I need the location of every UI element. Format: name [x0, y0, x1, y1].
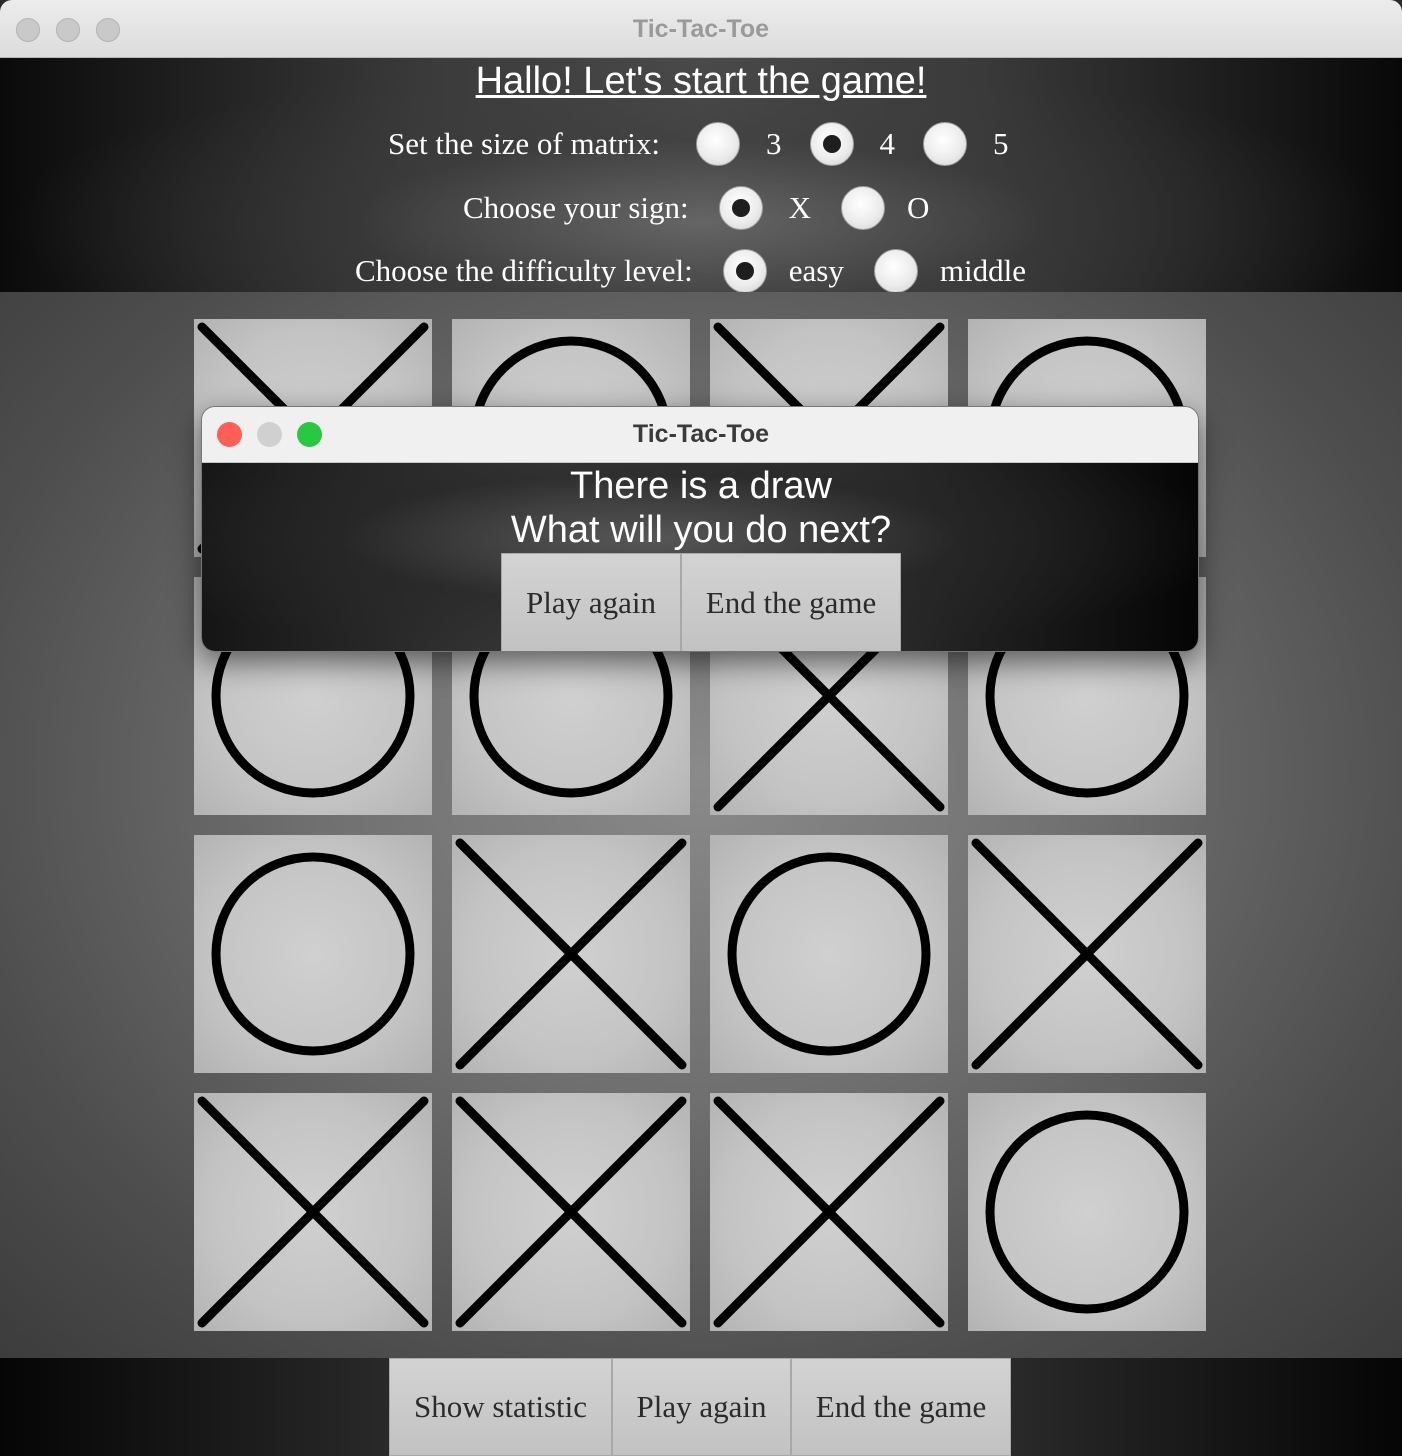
difficulty-middle-radio[interactable] — [873, 249, 918, 293]
sign-row: Choose your sign: X O — [463, 186, 929, 230]
board-cell[interactable] — [194, 1093, 432, 1331]
matrix-size-row: Set the size of matrix: 3 4 5 — [388, 122, 1009, 166]
main-window: Tic-Tac-Toe Hallo! Let's start the game!… — [0, 0, 1402, 1456]
board-cell[interactable] — [968, 1093, 1206, 1331]
board-cell[interactable] — [710, 1093, 948, 1331]
window-title: Tic-Tac-Toe — [632, 15, 770, 43]
x-mark-icon — [455, 1096, 687, 1328]
difficulty-easy-label: easy — [788, 253, 844, 288]
settings-panel: Hallo! Let's start the game! Set the siz… — [0, 58, 1402, 293]
dialog-body: There is a draw What will you do next? P… — [202, 463, 1198, 651]
o-mark-icon — [985, 1110, 1189, 1314]
sign-o-radio[interactable] — [841, 186, 886, 230]
sign-o-label: O — [907, 190, 930, 225]
show-statistic-button[interactable]: Show statistic — [389, 1358, 612, 1456]
difficulty-row: Choose the difficulty level: easy middle — [355, 249, 1026, 293]
play-again-button[interactable]: Play again — [612, 1358, 791, 1456]
x-mark-icon — [713, 1096, 945, 1328]
page-title: Hallo! Let's start the game! — [475, 60, 927, 102]
dialog-message-question: What will you do next? — [510, 509, 892, 551]
footer-toolbar: Show statistic Play again End the game — [0, 1358, 1402, 1456]
board-cell[interactable] — [452, 1093, 690, 1331]
sign-x-radio[interactable] — [718, 186, 763, 230]
matrix-size-label: Set the size of matrix: — [388, 126, 661, 161]
dialog-titlebar: Tic-Tac-Toe — [202, 407, 1198, 463]
draw-dialog: Tic-Tac-Toe There is a draw What will yo… — [201, 406, 1199, 652]
sign-label: Choose your sign: — [463, 190, 689, 225]
dialog-title: Tic-Tac-Toe — [632, 420, 770, 448]
matrix-size-3-radio[interactable] — [696, 122, 741, 166]
matrix-size-5-label: 5 — [993, 126, 1009, 161]
dialog-play-again-button[interactable]: Play again — [501, 553, 681, 651]
x-mark-icon — [197, 1096, 429, 1328]
dialog-end-game-button[interactable]: End the game — [681, 553, 901, 651]
x-mark-icon — [455, 838, 687, 1070]
difficulty-label: Choose the difficulty level: — [355, 253, 693, 288]
board-cell[interactable] — [194, 835, 432, 1073]
board-cell[interactable] — [968, 835, 1206, 1073]
board-cell[interactable] — [452, 835, 690, 1073]
matrix-size-5-radio[interactable] — [923, 122, 968, 166]
sign-x-label: X — [788, 190, 812, 225]
matrix-size-4-label: 4 — [879, 126, 896, 161]
o-mark-icon — [211, 852, 415, 1056]
matrix-size-3-label: 3 — [766, 126, 782, 161]
difficulty-middle-label: middle — [939, 253, 1026, 288]
o-mark-icon — [727, 852, 931, 1056]
dialog-message-draw: There is a draw — [570, 465, 832, 507]
end-game-button[interactable]: End the game — [791, 1358, 1011, 1456]
x-mark-icon — [971, 838, 1203, 1070]
matrix-size-4-radio[interactable] — [809, 122, 854, 166]
board-cell[interactable] — [710, 835, 948, 1073]
window-titlebar: Tic-Tac-Toe — [0, 0, 1402, 58]
difficulty-easy-radio[interactable] — [722, 249, 767, 293]
